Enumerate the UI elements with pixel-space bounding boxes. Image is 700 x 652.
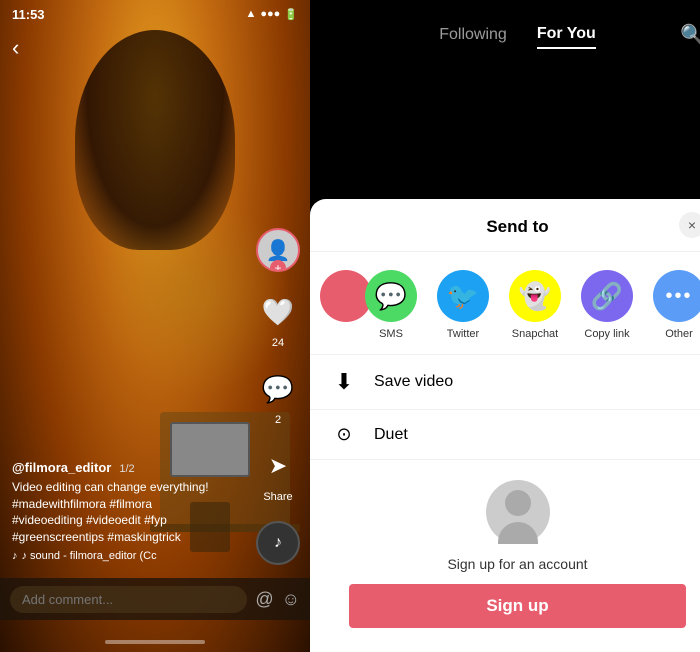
copylink-label: Copy link <box>584 328 629 340</box>
share-icon[interactable]: ➤ <box>256 444 300 488</box>
video-username: @filmora_editor <box>12 460 111 475</box>
like-action[interactable]: 🤍 24 <box>256 290 300 349</box>
right-panel: Following For You 🔍 Send to × 💬 SMS 🐦 Tw… <box>310 0 700 652</box>
share-item-sms[interactable]: 💬 SMS <box>355 270 427 340</box>
silhouette <box>75 30 235 250</box>
emoji-icon[interactable]: ☺ <box>282 589 300 610</box>
save-video-row[interactable]: ⬇ Save video <box>310 354 700 409</box>
music-disc-icon[interactable]: ♪ <box>256 521 300 565</box>
status-bar: 11:53 ▲ ●●● 🔋 <box>0 0 310 28</box>
share-action[interactable]: ➤ Share <box>256 444 300 503</box>
share-row: 💬 SMS 🐦 Twitter 👻 Snapchat 🔗 Copy link •… <box>310 252 700 354</box>
sms-icon: 💬 <box>365 270 417 322</box>
comment-count: 2 <box>275 414 281 426</box>
close-button[interactable]: × <box>679 212 700 238</box>
snapchat-label: Snapchat <box>512 328 558 340</box>
video-music: ♪ ♪ sound - filmora_editor (Cc <box>12 550 250 562</box>
search-icon[interactable]: 🔍 <box>680 23 700 48</box>
action-buttons: 👤 🤍 24 💬 2 ➤ Share ♪ <box>256 228 300 565</box>
share-item-snapchat[interactable]: 👻 Snapchat <box>499 270 571 340</box>
signup-section: Sign up for an account Sign up <box>310 459 700 652</box>
duet-icon: ⊙ <box>330 424 358 445</box>
share-item-copylink[interactable]: 🔗 Copy link <box>571 270 643 340</box>
duet-label: Duet <box>374 426 408 444</box>
avatar-body <box>498 522 538 544</box>
video-date: 1/2 <box>119 463 134 475</box>
send-to-sheet: Send to × 💬 SMS 🐦 Twitter 👻 Snapchat <box>310 199 700 652</box>
share-label: Share <box>263 491 292 503</box>
signup-text: Sign up for an account <box>447 556 587 572</box>
sheet-header: Send to × <box>310 199 700 252</box>
other-label: Other <box>665 328 693 340</box>
comment-input[interactable] <box>10 586 247 613</box>
duet-row[interactable]: ⊙ Duet <box>310 409 700 459</box>
profile-action[interactable]: 👤 <box>256 228 300 272</box>
partial-icon-item <box>320 270 355 322</box>
profile-avatar[interactable]: 👤 <box>256 228 300 272</box>
snapchat-icon: 👻 <box>509 270 561 322</box>
top-nav: Following For You 🔍 <box>310 0 700 70</box>
copylink-icon: 🔗 <box>581 270 633 322</box>
save-video-icon: ⬇ <box>330 369 358 395</box>
video-caption: Video editing can change everything! #ma… <box>12 479 250 546</box>
wifi-icon: ▲ <box>245 8 256 20</box>
video-info: @filmora_editor 1/2 Video editing can ch… <box>12 460 250 562</box>
comment-icon[interactable]: 💬 <box>256 367 300 411</box>
like-count: 24 <box>272 337 284 349</box>
share-item-twitter[interactable]: 🐦 Twitter <box>427 270 499 340</box>
share-item-other[interactable]: ••• Other <box>643 270 700 340</box>
time-display: 11:53 <box>12 7 45 22</box>
music-note-icon: ♪ <box>12 550 18 562</box>
signup-button[interactable]: Sign up <box>349 584 687 628</box>
avatar-head <box>505 490 531 516</box>
sms-label: SMS <box>379 328 403 340</box>
avatar-placeholder <box>486 480 550 544</box>
video-area <box>310 70 700 199</box>
sheet-title: Send to <box>486 217 548 237</box>
comment-action[interactable]: 💬 2 <box>256 367 300 426</box>
tab-foryou[interactable]: For You <box>537 21 596 49</box>
comment-bar: @ ☺ <box>0 578 310 620</box>
music-text: ♪ sound - filmora_editor (Cc <box>22 550 157 562</box>
home-indicator <box>105 640 205 644</box>
nav-tabs: Following For You <box>439 21 596 49</box>
battery-icon: 🔋 <box>284 8 298 21</box>
status-icons: ▲ ●●● 🔋 <box>245 8 298 21</box>
music-action[interactable]: ♪ <box>256 521 300 565</box>
avatar-icon: 👤 <box>266 238 291 263</box>
phone-panel: 11:53 ▲ ●●● 🔋 ‹ 👤 🤍 24 💬 2 ➤ Share ♪ <box>0 0 310 652</box>
signal-icon: ●●● <box>260 8 280 20</box>
mention-icon[interactable]: @ <box>255 589 273 610</box>
save-video-label: Save video <box>374 373 453 391</box>
back-button[interactable]: ‹ <box>12 35 19 61</box>
twitter-icon: 🐦 <box>437 270 489 322</box>
heart-icon[interactable]: 🤍 <box>256 290 300 334</box>
twitter-label: Twitter <box>447 328 479 340</box>
tab-following[interactable]: Following <box>439 22 507 48</box>
other-icon: ••• <box>653 270 700 322</box>
